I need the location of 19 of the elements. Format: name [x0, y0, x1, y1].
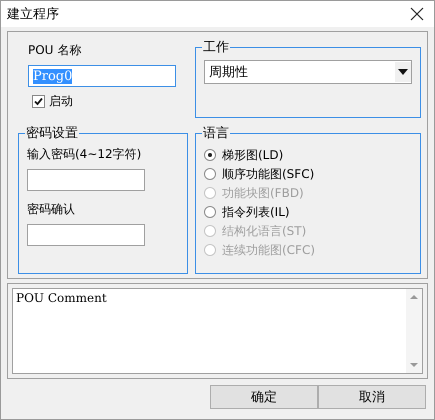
radio-label: 指令列表(IL) — [222, 204, 290, 220]
checkbox-label: 启动 — [49, 93, 73, 110]
radio-label: 功能块图(FBD) — [222, 184, 304, 202]
task-dropdown[interactable]: 周期性 — [204, 60, 412, 84]
field-label: 输入密码(4~12字符) — [27, 146, 142, 163]
comment-text: POU Comment — [15, 290, 108, 307]
radio-label: 梯形图(LD) — [222, 146, 284, 164]
dialog-button[interactable]: 取消 — [318, 385, 426, 409]
field-label: POU 名称 — [28, 42, 82, 59]
window-title: 建立程序 — [7, 6, 59, 23]
radio-label: 连续功能图(CFC) — [222, 242, 316, 258]
radio-label: 顺序功能图(SFC) — [222, 166, 314, 182]
group-title: 工作 — [202, 39, 230, 56]
dialog-button[interactable]: 确定 — [210, 385, 318, 409]
field-label: 密码确认 — [27, 201, 76, 218]
group-title: 密码设置 — [25, 125, 79, 142]
radio-label: 结构化语言(ST) — [222, 222, 306, 240]
group-title: 语言 — [202, 125, 230, 142]
comment-text-area[interactable]: POU Comment — [12, 288, 423, 374]
